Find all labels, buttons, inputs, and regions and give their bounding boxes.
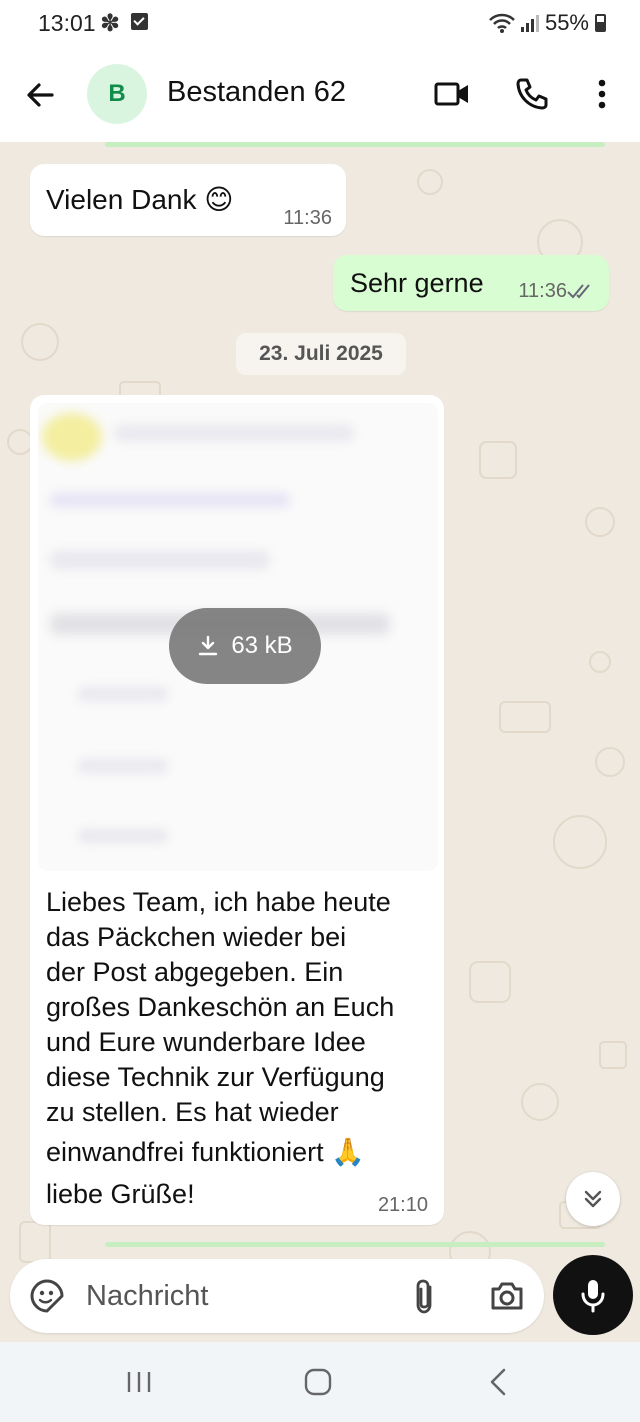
blur-block xyxy=(114,425,354,441)
status-time: 13:01 xyxy=(38,10,96,36)
blur-block xyxy=(42,413,102,461)
battery-percent: 55% xyxy=(544,10,589,35)
file-size: 63 kB xyxy=(231,632,293,659)
camera-icon[interactable] xyxy=(488,1277,526,1315)
message-line: der Post abgegeben. Ein xyxy=(46,957,344,987)
chat-title[interactable]: Bestanden 62 xyxy=(167,76,346,109)
wifi-icon xyxy=(489,13,515,33)
message-line: großes Dankeschön an Euch xyxy=(46,992,395,1022)
chat-header: B Bestanden 62 xyxy=(0,50,640,142)
message-outgoing[interactable]: Sehr gerne 11:36 xyxy=(333,255,609,311)
battery-icon xyxy=(595,14,606,32)
chat-area[interactable]: Vielen Dank 😊 11:36 Sehr gerne 11:36 23.… xyxy=(0,142,640,1342)
message-time: 21:10 xyxy=(377,1194,428,1216)
divider-line xyxy=(105,1242,605,1247)
checkbox-notification-icon xyxy=(131,13,148,30)
recent-apps-icon[interactable] xyxy=(119,1364,159,1400)
system-nav-bar xyxy=(0,1342,640,1422)
message-time: 11:36 xyxy=(518,280,567,302)
composer xyxy=(10,1259,544,1333)
blur-block xyxy=(78,687,168,701)
message-text: Sehr gerne xyxy=(350,268,484,298)
download-icon xyxy=(199,635,218,656)
message-line: zu stellen. Es hat wieder xyxy=(46,1097,339,1127)
message-incoming[interactable]: Vielen Dank 😊 11:36 xyxy=(30,164,346,236)
message-incoming-media[interactable]: 63 kB Liebes Team, ich habe heute das Pä… xyxy=(30,395,444,1225)
divider-line xyxy=(105,142,605,147)
message-input[interactable] xyxy=(86,1275,386,1317)
download-button[interactable]: 63 kB xyxy=(169,608,321,684)
more-vert-icon[interactable] xyxy=(582,74,622,114)
avatar[interactable]: B xyxy=(87,64,147,124)
message-text: Liebes Team, ich habe heute das Päckchen… xyxy=(46,885,436,1214)
blur-block xyxy=(50,551,270,569)
back-icon[interactable] xyxy=(478,1364,518,1400)
double-chevron-down-icon xyxy=(584,1190,602,1208)
message-text: Vielen Dank 😊 xyxy=(46,184,234,215)
message-line: und Eure wunderbare Idee xyxy=(46,1027,366,1057)
status-bar: 13:01 ✽ 55% xyxy=(0,0,640,50)
message-line: diese Technik zur Verfügung xyxy=(46,1062,385,1092)
blur-block xyxy=(78,759,168,773)
scroll-down-button[interactable] xyxy=(566,1172,620,1226)
date-separator: 23. Juli 2025 xyxy=(236,333,406,375)
voice-record-button[interactable] xyxy=(553,1255,633,1335)
home-icon[interactable] xyxy=(298,1364,338,1400)
video-call-icon[interactable] xyxy=(432,74,472,114)
read-receipt-icon xyxy=(567,284,590,299)
phone-icon[interactable] xyxy=(512,74,552,114)
message-line: Liebes Team, ich habe heute xyxy=(46,887,391,917)
sticker-icon[interactable] xyxy=(28,1277,66,1315)
back-arrow-icon[interactable] xyxy=(22,76,60,114)
microphone-icon xyxy=(581,1280,605,1313)
flower-icon: ✽ xyxy=(100,10,121,37)
signal-icon xyxy=(520,14,539,32)
status-right: 55% xyxy=(489,10,606,36)
blur-block xyxy=(50,493,290,507)
blur-block xyxy=(78,829,168,843)
attach-icon[interactable] xyxy=(410,1277,440,1315)
image-thumbnail[interactable]: 63 kB xyxy=(38,403,438,871)
message-time: 11:36 xyxy=(283,207,332,229)
message-line: das Päckchen wieder bei xyxy=(46,922,347,952)
message-line: einwandfrei funktioniert 🙏 xyxy=(46,1137,365,1167)
